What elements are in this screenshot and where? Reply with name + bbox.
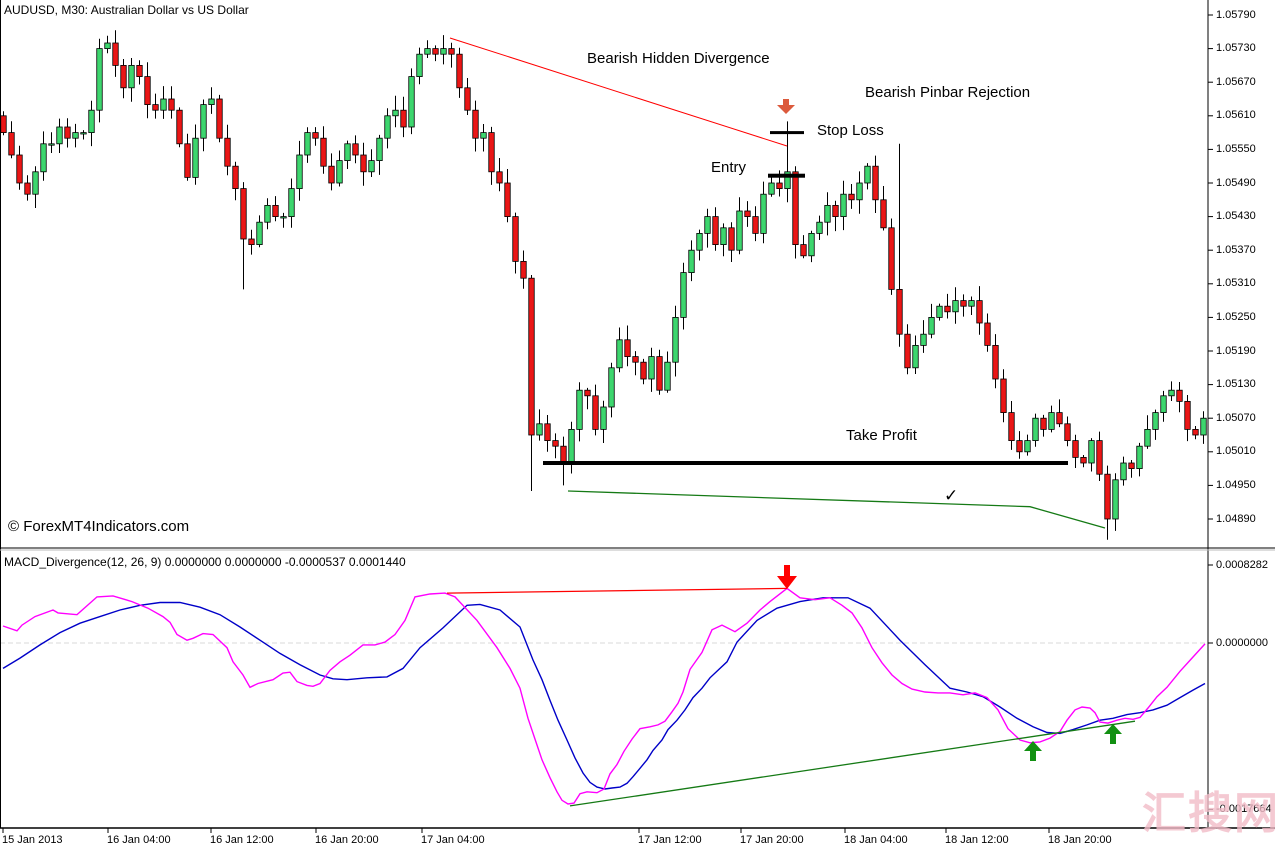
take-profit-label[interactable]: Take Profit [846,428,917,445]
price-axis-label: 1.05070 [1216,412,1256,424]
time-axis-label: 18 Jan 04:00 [844,834,908,846]
time-axis-label: 18 Jan 20:00 [1048,834,1112,846]
price-axis-label: 1.05730 [1216,42,1256,54]
price-axis-label: 1.05370 [1216,244,1256,256]
macd-buy-arrow-icon [1024,741,1042,761]
price-axis-label: 1.05430 [1216,210,1256,222]
sell-arrow-icon [777,99,795,114]
price-axis-label: 1.05490 [1216,177,1256,189]
macd-sell-arrow-icon [777,565,797,589]
time-axis-label: 18 Jan 12:00 [945,834,1009,846]
price-axis-label: 1.05250 [1216,311,1256,323]
time-axis-label: 16 Jan 12:00 [210,834,274,846]
chart-canvas[interactable] [0,0,1275,852]
macd-axis-label: 0.0000000 [1216,637,1268,649]
price-axis-label: 1.05190 [1216,345,1256,357]
annotation-bearish-pinbar-rejection[interactable]: Bearish Pinbar Rejection [865,85,1030,102]
site-watermark: 汇搜网 [1142,790,1275,838]
time-axis-label: 15 Jan 2013 [2,834,63,846]
price-axis-label: 1.05130 [1216,378,1256,390]
price-axis-label: 1.04890 [1216,513,1256,525]
time-axis-label: 16 Jan 04:00 [107,834,171,846]
time-axis-label: 17 Jan 20:00 [740,834,804,846]
macd-buy-arrow-icon [1104,724,1122,744]
price-axis-label: 1.05610 [1216,109,1256,121]
stop-loss-label[interactable]: Stop Loss [817,123,884,140]
time-axis-label: 17 Jan 04:00 [421,834,485,846]
entry-label[interactable]: Entry [711,160,746,177]
price-axis-label: 1.05790 [1216,9,1256,21]
take-profit-checkmark-icon: ✓ [944,487,958,506]
annotation-bearish-hidden-divergence[interactable]: Bearish Hidden Divergence [587,51,770,68]
price-axis-label: 1.05310 [1216,277,1256,289]
macd-indicator-label: MACD_Divergence(12, 26, 9) 0.0000000 0.0… [4,556,406,569]
price-axis-label: 1.05010 [1216,445,1256,457]
time-axis-label: 16 Jan 20:00 [315,834,379,846]
chart-title: AUDUSD, M30: Australian Dollar vs US Dol… [4,4,249,17]
price-axis-label: 1.05550 [1216,143,1256,155]
price-axis-label: 1.05670 [1216,76,1256,88]
price-axis-label: 1.04950 [1216,479,1256,491]
mt4-chart-window: AUDUSD, M30: Australian Dollar vs US Dol… [0,0,1275,852]
macd-axis-label: 0.0008282 [1216,559,1268,571]
copyright-watermark: © ForexMT4Indicators.com [8,519,189,536]
time-axis-label: 17 Jan 12:00 [638,834,702,846]
